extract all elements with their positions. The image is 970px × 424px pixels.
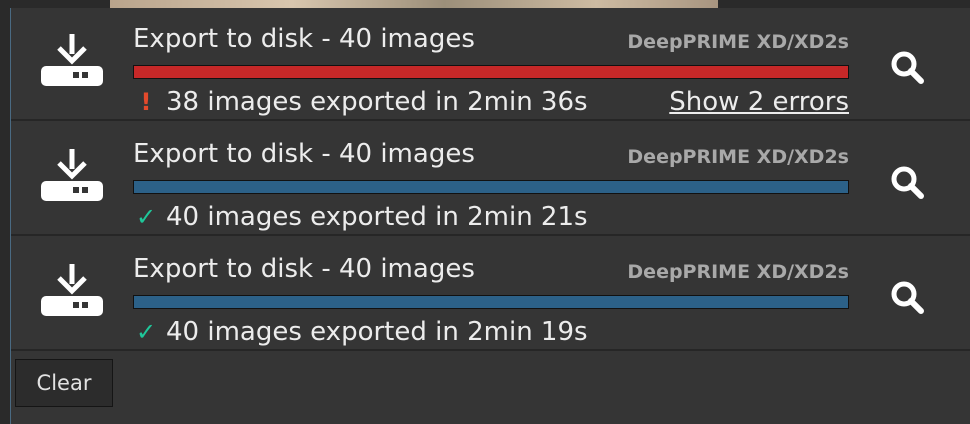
download-to-disk-icon xyxy=(41,264,103,316)
magnifier-icon[interactable] xyxy=(885,48,931,88)
engine-label: DeepPRIME XD/XD2s xyxy=(627,31,849,53)
magnifier-icon[interactable] xyxy=(885,278,931,318)
checkmark-icon: ✓ xyxy=(135,318,157,346)
magnifier-icon[interactable] xyxy=(885,163,931,203)
progress-bar-fill xyxy=(134,181,848,193)
download-to-disk-icon xyxy=(41,34,103,86)
show-errors-link[interactable]: Show 2 errors xyxy=(669,85,849,119)
export-job-row: Export to disk - 40 images DeepPRIME XD/… xyxy=(11,238,970,351)
job-title: Export to disk - 40 images xyxy=(133,254,475,284)
progress-bar-fill xyxy=(134,66,848,78)
background-photo-strip xyxy=(110,0,718,8)
job-title: Export to disk - 40 images xyxy=(133,139,475,169)
clear-button[interactable]: Clear xyxy=(15,359,113,407)
download-to-disk-icon xyxy=(41,149,103,201)
progress-bar xyxy=(133,180,849,194)
progress-bar xyxy=(133,65,849,79)
export-job-row: Export to disk - 40 images DeepPRIME XD/… xyxy=(11,8,970,121)
engine-label: DeepPRIME XD/XD2s xyxy=(627,261,849,283)
status-text: 40 images exported in 2min 21s xyxy=(166,202,588,232)
checkmark-icon: ✓ xyxy=(135,203,157,231)
engine-label: DeepPRIME XD/XD2s xyxy=(627,146,849,168)
status-text: 40 images exported in 2min 19s xyxy=(166,317,588,347)
export-job-row: Export to disk - 40 images DeepPRIME XD/… xyxy=(11,123,970,236)
export-queue-panel: Export to disk - 40 images DeepPRIME XD/… xyxy=(10,8,970,424)
exclamation-icon: ! xyxy=(140,88,152,116)
status-text: 38 images exported in 2min 36s xyxy=(166,87,588,117)
job-title: Export to disk - 40 images xyxy=(133,24,475,54)
progress-bar xyxy=(133,295,849,309)
progress-bar-fill xyxy=(134,296,848,308)
